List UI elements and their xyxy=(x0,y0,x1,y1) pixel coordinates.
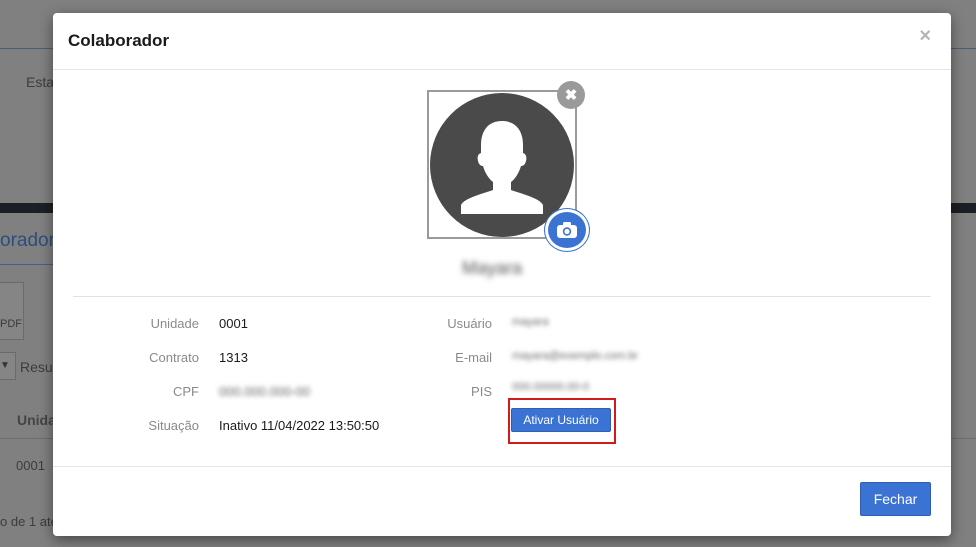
user-name: Mayara xyxy=(462,258,523,278)
contrato-value: 1313 xyxy=(219,350,248,365)
close-button[interactable]: Fechar xyxy=(860,482,931,516)
pis-label: PIS xyxy=(471,384,492,399)
background-pdf-label: PDF xyxy=(0,318,22,330)
activate-user-button[interactable]: Ativar Usuário xyxy=(511,408,611,432)
situacao-label: Situação xyxy=(148,418,199,433)
background-title-underline xyxy=(0,264,60,265)
modal-close-icon[interactable]: × xyxy=(919,25,931,48)
cpf-label: CPF xyxy=(173,384,199,399)
background-resul-label: Resul xyxy=(20,359,56,375)
unidade-label: Unidade xyxy=(150,316,199,331)
email-value: mayara@exemplo.com.br xyxy=(512,350,639,362)
background-label-esta: Esta xyxy=(26,74,55,90)
background-caret-icon: ▼ xyxy=(0,360,10,371)
unidade-value: 0001 xyxy=(219,316,248,331)
usuario-value: mayara xyxy=(512,316,549,328)
modal-title: Colaborador xyxy=(68,31,170,50)
email-label: E-mail xyxy=(455,350,492,365)
usuario-label: Usuário xyxy=(447,316,492,331)
background-pdf-button xyxy=(0,282,24,340)
cpf-value: 000.000.000-00 xyxy=(219,384,311,399)
pis-value: 000.00000.00-0 xyxy=(512,381,590,393)
background-column-header: Unida xyxy=(17,412,56,428)
modal-header: Colaborador × xyxy=(53,13,951,70)
collaborator-modal: Colaborador × ✖ Mayara Unidade 0001 Cont… xyxy=(53,13,951,536)
modal-footer-divider xyxy=(53,466,951,467)
camera-glyph xyxy=(557,222,577,238)
background-pagination: o de 1 até xyxy=(0,514,58,529)
section-divider xyxy=(73,296,931,297)
camera-icon[interactable] xyxy=(545,209,589,251)
situacao-value: Inativo 11/04/2022 13:50:50 xyxy=(219,418,380,433)
background-row-cell: 0001 xyxy=(16,458,45,473)
remove-photo-icon[interactable]: ✖ xyxy=(557,81,585,109)
contrato-label: Contrato xyxy=(149,350,199,365)
